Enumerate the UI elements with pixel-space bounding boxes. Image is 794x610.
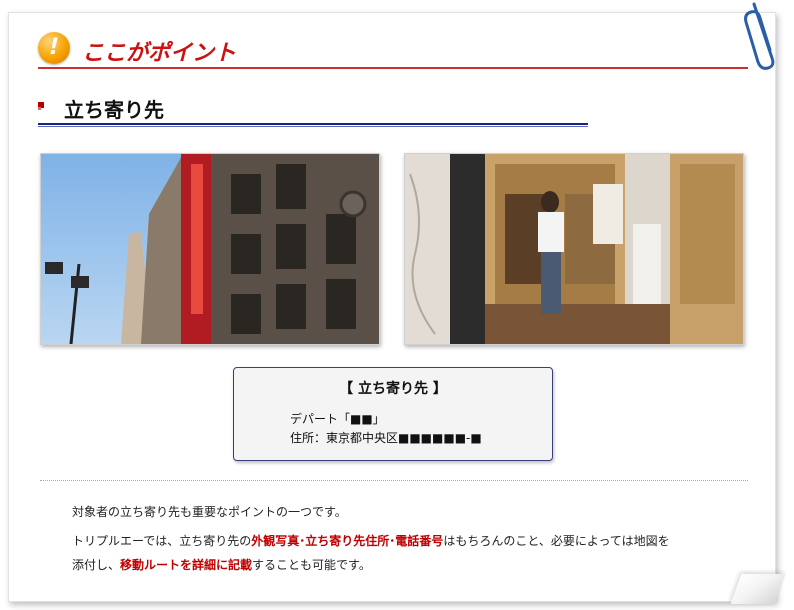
info-box-title: 【 立ち寄り先 】 xyxy=(339,381,447,397)
store-entrance-photo xyxy=(404,153,744,345)
destination-info-box: 【 立ち寄り先 】 デパート「■■」 住所：東京都中央区■■■■■■-■ xyxy=(233,367,553,461)
paragraph-1: 対象者の立ち寄り先も重要なポイントの一つです。 xyxy=(72,505,347,519)
exclamation-icon: ! xyxy=(38,32,70,64)
paragraph-2: トリプルエーでは、立ち寄り先の外観写真･立ち寄り先住所･電話番号はもちろんのこと… xyxy=(72,532,670,549)
paperclip-icon xyxy=(744,2,775,70)
store-address: 住所：東京都中央区■■■■■■-■ xyxy=(290,431,482,445)
paragraph-3-text-a: 添付し、 xyxy=(72,558,121,572)
section-divider xyxy=(38,123,588,127)
paragraph-3-emphasis: 移動ルートを詳細に記載 xyxy=(120,558,253,572)
bullet-icon xyxy=(38,102,44,110)
exclamation-mark: ! xyxy=(48,35,60,60)
building-exterior-photo xyxy=(40,153,380,345)
header-title: ここがポイント xyxy=(82,41,237,66)
store-name: デパート「■■」 xyxy=(290,412,385,426)
page-curl xyxy=(730,574,786,604)
paragraph-2-text-c: はもちろんのこと、必要によっては地図を xyxy=(443,534,670,548)
dotted-divider xyxy=(40,480,748,481)
paragraph-3-text-c: することも可能です。 xyxy=(252,558,371,572)
header: ! ここがポイント xyxy=(38,30,748,70)
section-title: 立ち寄り先 xyxy=(64,98,164,122)
paragraph-2-text-a: トリプルエーでは、立ち寄り先の xyxy=(72,534,252,548)
paragraph-3: 添付し、移動ルートを詳細に記載することも可能です。 xyxy=(72,556,371,573)
paragraph-2-emphasis: 外観写真･立ち寄り先住所･電話番号 xyxy=(251,534,444,548)
header-divider xyxy=(38,67,748,69)
